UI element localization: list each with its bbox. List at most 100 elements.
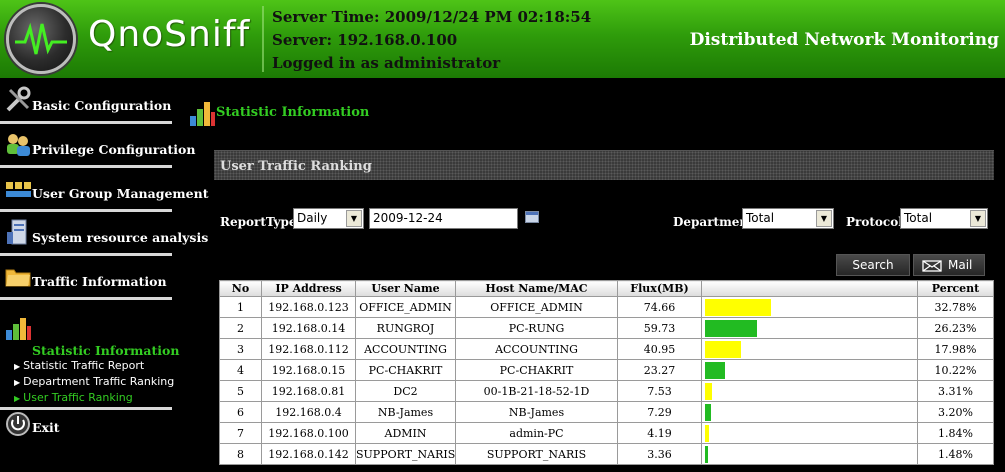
cell-usage-bar [701,443,918,465]
brand-name: QnoSniff [88,14,251,55]
main-content: Statistic Information User Traffic Ranki… [178,80,1005,472]
cell-no: 3 [219,338,262,360]
sidebar-item-user-group-management[interactable]: User Group Management [0,168,208,212]
report-type-label: ReportType [220,215,297,229]
cell-usage-bar [701,380,918,402]
column-header-flux[interactable]: Flux(MB) [617,280,702,297]
folder-icon [5,269,31,287]
column-header-host-name[interactable]: Host Name/MAC [455,280,618,297]
cell-flux: 4.19 [617,422,702,444]
table-row: 5 192.168.0.81 DC2 00-1B-21-18-52-1D 7.53 3.3… [219,380,994,402]
cell-usage-bar [701,422,918,444]
search-button[interactable]: Search [836,254,910,276]
sidebar-item-traffic-information[interactable]: Traffic Information [0,256,172,300]
cell-ip-address: 192.168.0.14 [261,317,356,339]
tools-icon [6,86,31,112]
cell-user-name: PC-CHAKRIT [355,359,456,381]
calendar-icon[interactable] [525,211,539,223]
usage-bar [705,340,741,358]
report-type-select[interactable]: Daily ▼ [293,208,364,229]
logo-icon [6,4,76,74]
sidebar-item-privilege-configuration[interactable]: Privilege Configuration [0,124,195,168]
cell-no: 7 [219,422,262,444]
protocol-label: Protocol [846,215,903,229]
cell-flux: 7.53 [617,380,702,402]
cell-no: 5 [219,380,262,402]
triangle-right-icon: ▶ [14,394,21,403]
sidebar: Basic Configuration Privilege Configurat… [0,80,208,472]
usage-bar [705,298,771,316]
submenu-statistic-traffic-report[interactable]: ▶ Statistic Traffic Report [14,358,174,374]
cell-no: 2 [219,317,262,339]
cell-user-name: DC2 [355,380,456,402]
column-header-bar [701,280,918,297]
users-icon [7,134,30,156]
chevron-down-icon: ▼ [970,210,986,227]
cell-ip-address: 192.168.0.112 [261,338,356,360]
chevron-down-icon: ▼ [346,210,362,227]
cell-percent: 17.98% [917,338,994,360]
cell-no: 8 [219,443,262,465]
sidebar-item-label: Statistic Information [32,343,180,358]
usage-bar [705,424,709,442]
cell-user-name: SUPPORT_NARIS [355,443,456,465]
cell-usage-bar [701,296,918,318]
triangle-right-icon: ▶ [14,378,21,387]
cell-flux: 23.27 [617,359,702,381]
cell-no: 1 [219,296,262,318]
cell-user-name: ADMIN [355,422,456,444]
cell-no: 4 [219,359,262,381]
sidebar-item-system-resource-analysis[interactable]: System resource analysis [0,212,208,256]
department-select[interactable]: Total ▼ [742,208,834,229]
usage-bar [705,445,708,463]
cell-flux: 59.73 [617,317,702,339]
column-header-no[interactable]: No [219,280,262,297]
cell-ip-address: 192.168.0.81 [261,380,356,402]
cell-ip-address: 192.168.0.123 [261,296,356,318]
column-header-user-name[interactable]: User Name [355,280,456,297]
statistic-submenu: ▶ Statistic Traffic Report ▶ Department Tr… [14,358,174,406]
cell-host-name: PC-CHAKRIT [455,359,618,381]
cell-flux: 40.95 [617,338,702,360]
cell-ip-address: 192.168.0.4 [261,401,356,423]
server-time: Server Time: 2009/12/24 PM 02:18:54 [272,8,592,26]
traffic-table: No IP Address User Name Host Name/MAC Fl… [219,280,994,465]
cell-user-name: OFFICE_ADMIN [355,296,456,318]
submenu-user-traffic-ranking[interactable]: ▶ User Traffic Ranking [14,390,174,406]
cell-host-name: admin-PC [455,422,618,444]
usage-bar [705,403,712,421]
cell-usage-bar [701,401,918,423]
mail-button[interactable]: Mail [913,254,985,276]
sidebar-item-basic-configuration[interactable]: Basic Configuration [0,80,172,124]
power-icon [6,412,30,436]
bar-chart-icon [6,318,31,340]
table-row: 7 192.168.0.100 ADMIN admin-PC 4.19 1.84% [219,422,994,444]
header-divider [262,6,264,72]
sidebar-item-label: Privilege Configuration [32,142,196,157]
cell-ip-address: 192.168.0.100 [261,422,356,444]
sidebar-item-exit[interactable]: Exit [0,410,172,454]
column-header-percent[interactable]: Percent [917,280,994,297]
app-title: Distributed Network Monitoring [689,30,999,50]
table-row: 8 192.168.0.142 SUPPORT_NARIS SUPPORT_NARIS… [219,443,994,465]
traffic-table-body: 1 192.168.0.123 OFFICE_ADMIN OFFICE_ADMIN 74… [219,296,994,465]
bar-chart-icon [190,102,215,126]
user-group-icon [6,182,31,197]
cell-no: 6 [219,401,262,423]
cell-host-name: SUPPORT_NARIS [455,443,618,465]
usage-bar [705,382,712,400]
chevron-down-icon: ▼ [816,210,832,227]
column-header-ip-address[interactable]: IP Address [261,280,356,297]
traffic-table-container: No IP Address User Name Host Name/MAC Fl… [219,280,994,465]
section-title: Statistic Information [216,105,370,120]
server-icon [7,219,27,245]
sidebar-item-statistic-information[interactable]: Statistic Information ▶ Statistic Traffic… [0,300,179,410]
cell-host-name: ACCOUNTING [455,338,618,360]
cell-host-name: OFFICE_ADMIN [455,296,618,318]
date-input[interactable]: 2009-12-24 [369,208,518,229]
protocol-select[interactable]: Total ▼ [900,208,988,229]
sidebar-item-label: Traffic Information [32,274,167,289]
cell-percent: 3.20% [917,401,994,423]
usage-bar [705,319,758,337]
submenu-department-traffic-ranking[interactable]: ▶ Department Traffic Ranking [14,374,174,390]
